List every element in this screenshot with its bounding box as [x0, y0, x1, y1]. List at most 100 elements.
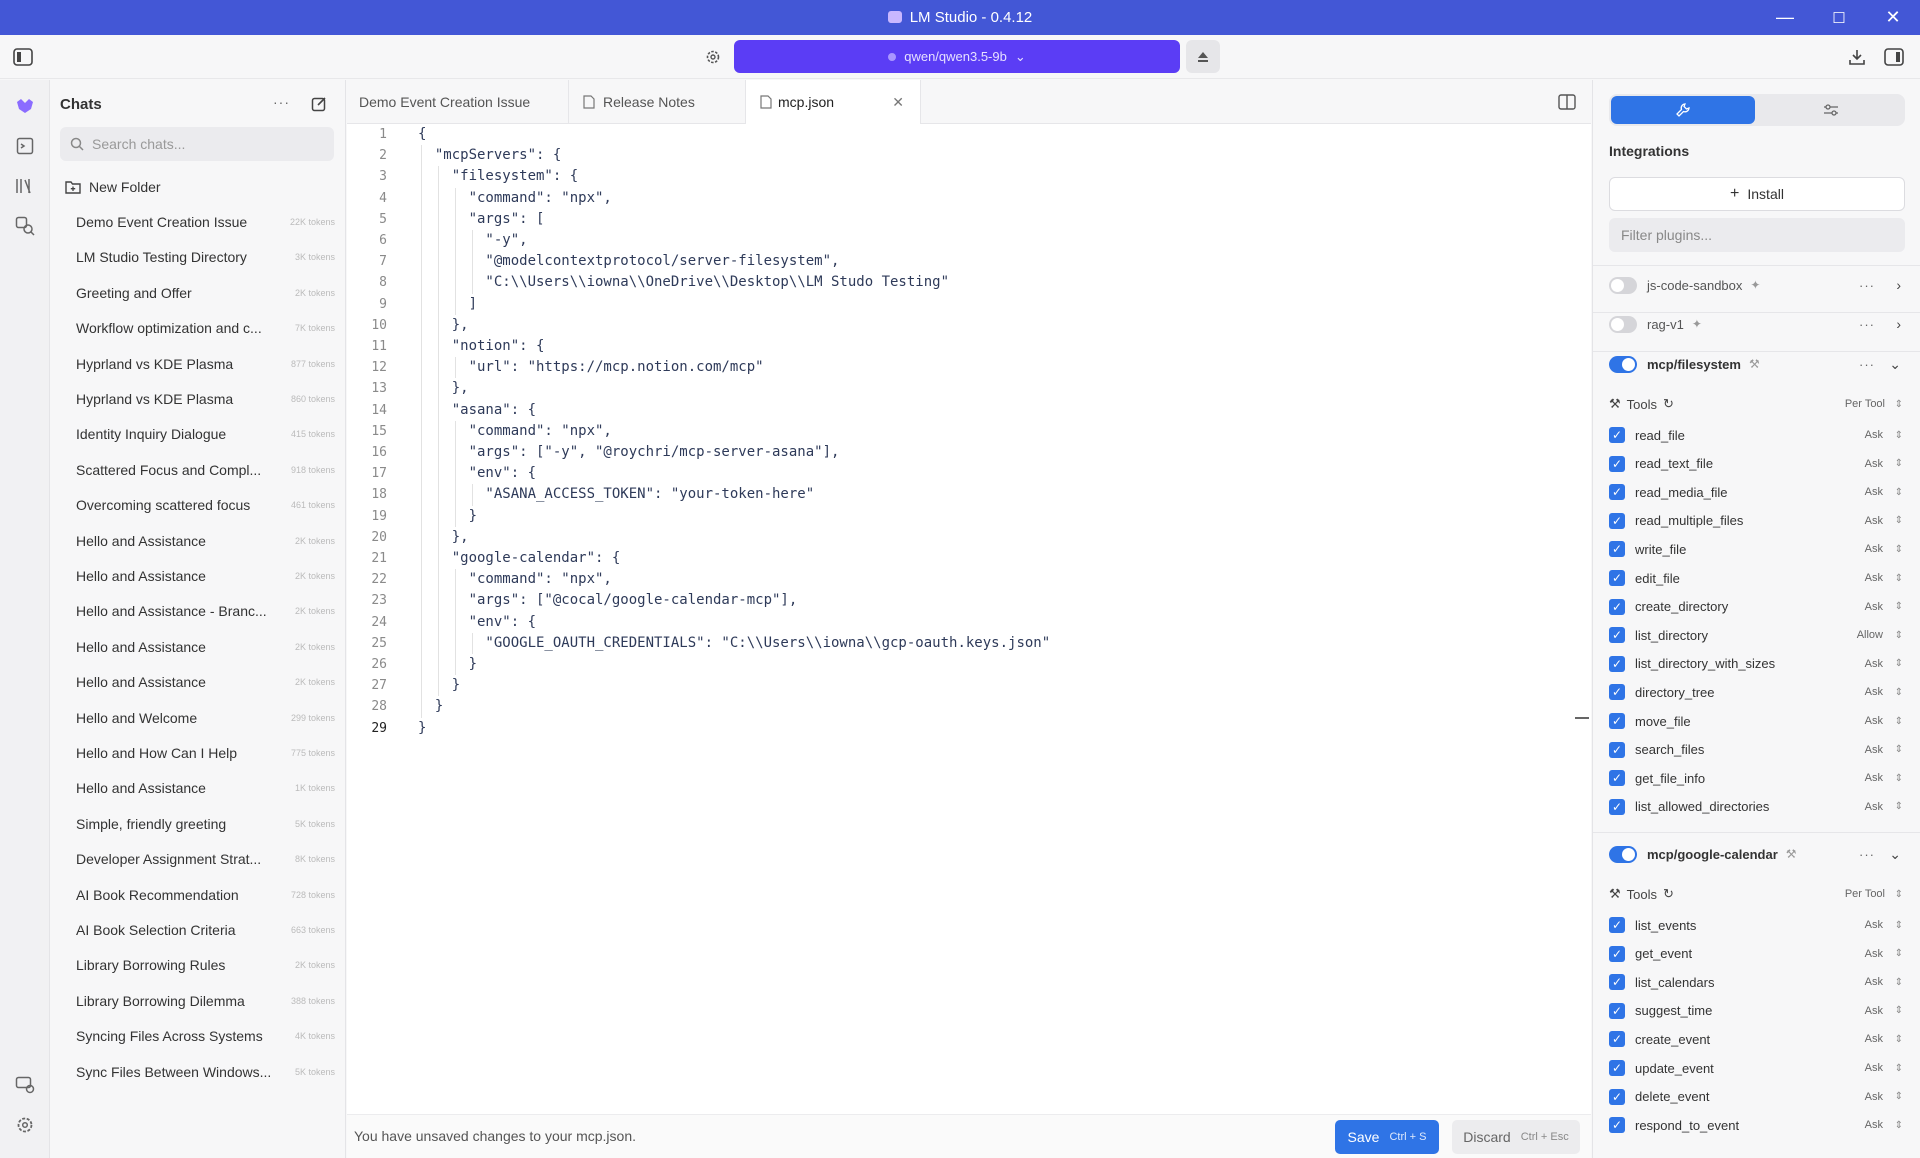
tool-enabled-checkbox[interactable]: ✓ [1609, 455, 1625, 472]
chat-list-item[interactable]: Hello and Assistance 2K tokens [61, 632, 337, 662]
tool-permission-select[interactable]: Ask [1865, 1091, 1883, 1103]
integrations-tab[interactable] [1611, 96, 1755, 124]
tool-permission-select[interactable]: Ask [1865, 744, 1883, 756]
maximize-button[interactable]: ☐ [1812, 0, 1866, 35]
tool-enabled-checkbox[interactable]: ✓ [1609, 512, 1625, 529]
code-editor[interactable]: 1 {2 "mcpServers": {3 "filesystem": {4 "c… [347, 124, 1591, 1124]
chat-list-item[interactable]: Hello and How Can I Help 775 tokens [61, 738, 337, 768]
chat-list-item[interactable]: AI Book Recommendation 728 tokens [61, 880, 337, 910]
new-chat-icon[interactable] [311, 96, 327, 116]
tool-permission-select[interactable]: Ask [1865, 948, 1883, 960]
tool-permission-select[interactable]: Ask [1865, 772, 1883, 784]
plugin-enable-toggle[interactable] [1609, 845, 1637, 863]
chat-list-item[interactable]: AI Book Selection Criteria 663 tokens [61, 915, 337, 945]
chat-list-item[interactable]: Hello and Assistance 2K tokens [61, 667, 337, 697]
tool-permission-select[interactable]: Ask [1865, 1033, 1883, 1045]
tool-permission-select[interactable]: Ask [1865, 458, 1883, 470]
refresh-icon[interactable]: ↻ [1663, 886, 1674, 902]
chat-list-item[interactable]: Overcoming scattered focus 461 tokens [61, 490, 337, 520]
tool-enabled-checkbox[interactable]: ✓ [1609, 741, 1625, 758]
chat-icon[interactable] [13, 94, 37, 118]
discard-button[interactable]: Discard Ctrl + Esc [1452, 1120, 1580, 1154]
minimize-button[interactable]: — [1758, 0, 1812, 35]
model-selector[interactable]: qwen/qwen3.5-9b ⌄ [734, 40, 1180, 73]
tool-enabled-checkbox[interactable]: ✓ [1609, 570, 1625, 586]
chat-list-item[interactable]: Hyprland vs KDE Plasma 860 tokens [61, 384, 337, 414]
chat-list-item[interactable]: Hello and Welcome 299 tokens [61, 703, 337, 733]
more-options-icon[interactable]: ··· [1859, 278, 1875, 293]
tool-permission-select[interactable]: Ask [1865, 919, 1883, 931]
search-chats-input[interactable]: Search chats... [60, 127, 334, 161]
plugin-enable-toggle[interactable] [1609, 355, 1637, 373]
tool-permission-select[interactable]: Ask [1865, 572, 1883, 584]
tool-permission-select[interactable]: Ask [1865, 976, 1883, 988]
chevron-down-icon[interactable]: ⌄ [1889, 846, 1901, 863]
tool-permission-select[interactable]: Ask [1865, 801, 1883, 813]
toggle-right-panel-icon[interactable] [1883, 46, 1905, 68]
tool-enabled-checkbox[interactable]: ✓ [1609, 1117, 1625, 1134]
chat-list-item[interactable]: Workflow optimization and c... 7K tokens [61, 313, 337, 343]
close-window-button[interactable]: ✕ [1866, 0, 1920, 35]
chat-list-item[interactable]: Syncing Files Across Systems 4K tokens [61, 1021, 337, 1051]
model-settings-gear-icon[interactable] [702, 46, 724, 68]
split-view-icon[interactable] [1558, 94, 1576, 114]
tab-mcp-json[interactable]: mcp.json ✕ [746, 80, 921, 124]
tool-enabled-checkbox[interactable]: ✓ [1609, 945, 1625, 962]
chat-list-item[interactable]: Scattered Focus and Compl... 918 tokens [61, 455, 337, 485]
discover-search-icon[interactable] [13, 214, 37, 238]
tool-permission-select[interactable]: Ask [1865, 486, 1883, 498]
chat-list-item[interactable]: Library Borrowing Dilemma 388 tokens [61, 986, 337, 1016]
more-options-icon[interactable]: ··· [1859, 847, 1875, 862]
tool-enabled-checkbox[interactable]: ✓ [1609, 770, 1625, 787]
tool-enabled-checkbox[interactable]: ✓ [1609, 713, 1625, 729]
tool-enabled-checkbox[interactable]: ✓ [1609, 1088, 1625, 1105]
chat-list-item[interactable]: Library Borrowing Rules 2K tokens [61, 950, 337, 980]
chat-list-item[interactable]: Demo Event Creation Issue 22K tokens [61, 207, 337, 237]
tool-enabled-checkbox[interactable]: ✓ [1609, 627, 1625, 644]
tool-enabled-checkbox[interactable]: ✓ [1609, 684, 1625, 701]
tool-permission-select[interactable]: Ask [1865, 1119, 1883, 1131]
more-options-icon[interactable]: ··· [1859, 357, 1875, 372]
save-button[interactable]: Save Ctrl + S [1335, 1120, 1439, 1154]
chevron-down-icon[interactable]: ⌄ [1889, 356, 1901, 373]
tool-enabled-checkbox[interactable]: ✓ [1609, 655, 1625, 672]
chat-list-item[interactable]: Developer Assignment Strat... 8K tokens [61, 844, 337, 874]
per-tool-select[interactable]: Per Tool [1845, 888, 1885, 900]
tool-permission-select[interactable]: Ask [1865, 1062, 1883, 1074]
chevron-right-icon[interactable]: › [1896, 316, 1901, 332]
tool-permission-select[interactable]: Allow [1857, 629, 1883, 641]
tool-permission-select[interactable]: Ask [1865, 543, 1883, 555]
tool-permission-select[interactable]: Ask [1865, 715, 1883, 727]
settings-tab[interactable] [1759, 96, 1903, 124]
chat-list-item[interactable]: Hello and Assistance 1K tokens [61, 773, 337, 803]
tool-enabled-checkbox[interactable]: ✓ [1609, 598, 1625, 615]
install-button[interactable]: + Install [1609, 177, 1905, 211]
toggle-left-sidebar-icon[interactable] [12, 46, 34, 68]
tool-enabled-checkbox[interactable]: ✓ [1609, 798, 1625, 815]
tab-demo-event-creation-issue[interactable]: Demo Event Creation Issue [347, 80, 569, 124]
hardware-icon[interactable] [13, 1073, 37, 1097]
new-folder-button[interactable]: New Folder [65, 179, 161, 195]
tool-enabled-checkbox[interactable]: ✓ [1609, 1002, 1625, 1019]
tool-enabled-checkbox[interactable]: ✓ [1609, 917, 1625, 933]
chat-list-item[interactable]: Greeting and Offer 2K tokens [61, 278, 337, 308]
chat-list-item[interactable]: Hello and Assistance 2K tokens [61, 526, 337, 556]
eject-model-button[interactable] [1186, 40, 1220, 73]
per-tool-select[interactable]: Per Tool [1845, 398, 1885, 410]
refresh-icon[interactable]: ↻ [1663, 396, 1674, 412]
plugin-enable-toggle[interactable] [1609, 276, 1637, 294]
plugin-enable-toggle[interactable] [1609, 315, 1637, 333]
chat-list-item[interactable]: Hello and Assistance 2K tokens [61, 561, 337, 591]
tool-enabled-checkbox[interactable]: ✓ [1609, 427, 1625, 443]
settings-gear-icon[interactable] [13, 1113, 37, 1137]
chat-list-item[interactable]: Hello and Assistance - Branc... 2K tokens [61, 596, 337, 626]
chevron-right-icon[interactable]: › [1896, 277, 1901, 293]
download-icon[interactable] [1846, 46, 1868, 68]
chat-list-item[interactable]: Hyprland vs KDE Plasma 877 tokens [61, 349, 337, 379]
models-library-icon[interactable] [13, 174, 37, 198]
tool-permission-select[interactable]: Ask [1865, 686, 1883, 698]
more-options-icon[interactable]: ··· [273, 94, 290, 110]
tool-permission-select[interactable]: Ask [1865, 429, 1883, 441]
tab-release-notes[interactable]: Release Notes [569, 80, 746, 124]
tool-enabled-checkbox[interactable]: ✓ [1609, 974, 1625, 991]
